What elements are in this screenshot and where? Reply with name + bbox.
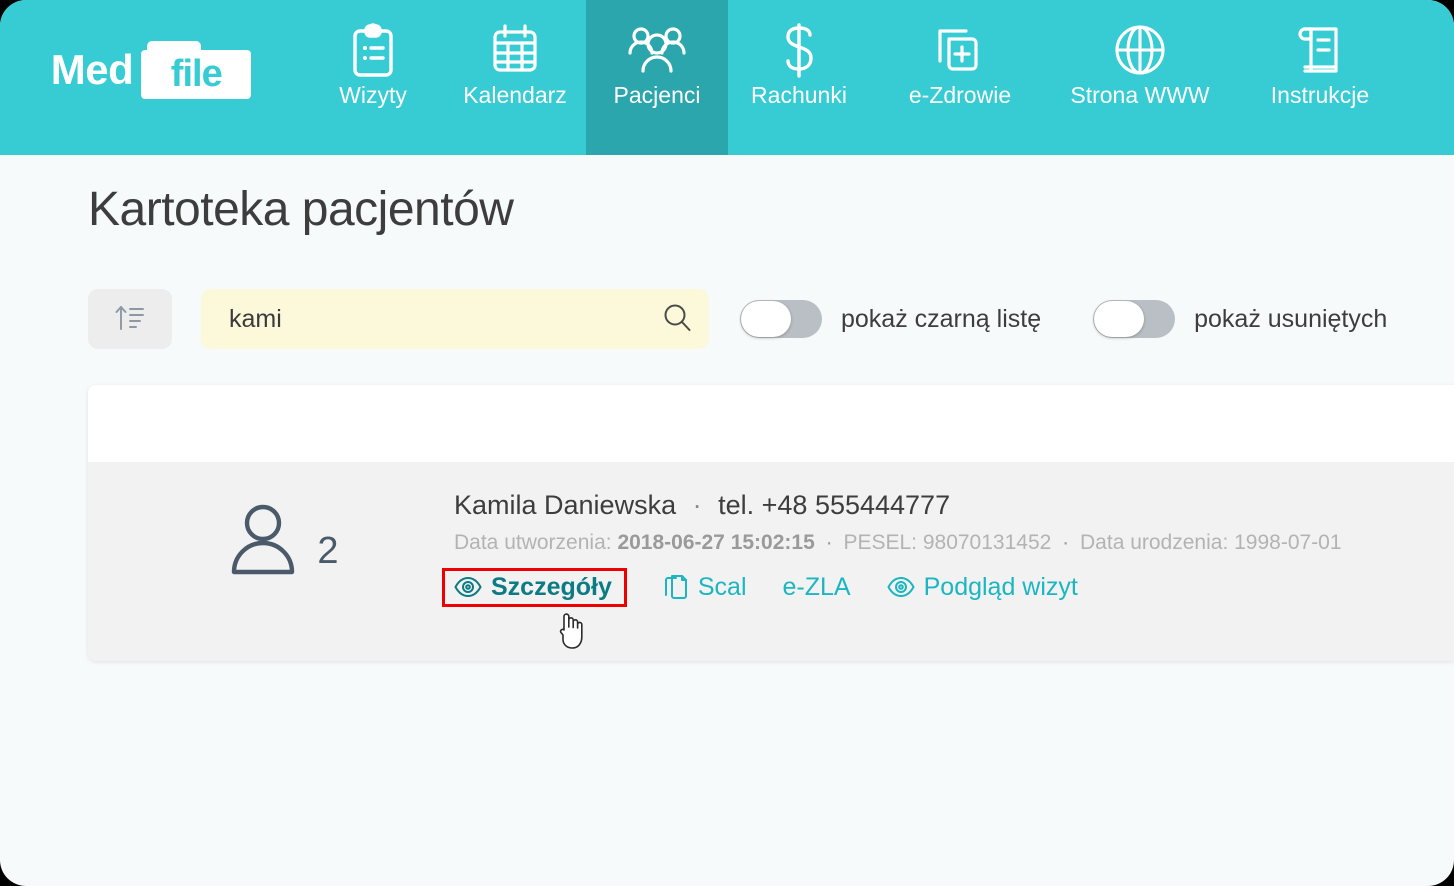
eye-icon [886,576,915,598]
calendar-icon [489,22,541,80]
brand-text-file: file [170,52,223,95]
toggle-blacklist[interactable]: pokaż czarną listę [740,300,1041,338]
action-label: Scal [697,572,747,601]
medical-files-icon [932,22,988,80]
patient-name: Kamila Daniewska [454,490,677,520]
patient-metadata: Data utworzenia: 2018-06-27 15:02:15 · P… [454,531,1454,555]
toggle-deleted[interactable]: pokaż usuniętych [1093,300,1387,338]
created-label: Data utworzenia: [454,531,612,554]
patient-name-line: Kamila Daniewska · tel. +48 555444777 [454,490,1454,521]
search-button[interactable] [645,289,709,349]
patient-count: 2 [317,529,339,572]
nav-item-wizyty[interactable]: Wizyty [302,0,444,155]
separator: · [692,490,702,520]
nav-label: Rachunki [751,82,847,108]
birth-value: 1998-07-01 [1234,531,1342,554]
filter-toolbar: pokaż czarną listę pokaż usuniętych [88,288,1454,350]
patient-phone: tel. +48 555444777 [718,490,951,520]
action-label: Podgląd wizyt [923,572,1078,601]
nav-label: e-Zdrowie [908,82,1012,108]
nav-label: Pacjenci [613,82,701,108]
toggle-deleted-label: pokaż usuniętych [1194,304,1388,333]
nav-item-instrukcje[interactable]: Instrukcje [1230,0,1410,155]
toggle-knob [1094,301,1145,337]
search-input[interactable] [201,304,645,334]
pesel-value: 98070131452 [922,531,1052,554]
nav-label: Wizyty [339,82,407,108]
toggle-blacklist-label: pokaż czarną listę [841,304,1042,333]
app-window: Med file Wizyty Kalendarz Pacjenci Rachu… [0,0,1454,886]
users-group-icon [626,22,688,80]
patient-actions: Szczegóły Scal e-ZLA Podgląd wizyt [442,567,1454,607]
book-icon [1296,22,1344,80]
copy-icon [663,573,689,601]
created-value: 2018-06-27 15:02:15 [617,531,815,554]
meta-separator: · [1062,531,1070,554]
nav-label: Instrukcje [1270,82,1370,108]
avatar: 2 [88,462,454,583]
folder-icon: file [141,40,252,99]
nav-item-strona-www[interactable]: Strona WWW [1050,0,1230,155]
results-card: 2 Kamila Daniewska · tel. +48 555444777 … [88,385,1454,661]
person-icon [227,500,299,583]
nav-item-kalendarz[interactable]: Kalendarz [444,0,586,155]
globe-icon [1113,22,1167,80]
sort-ascending-icon [113,301,147,338]
action-podglad-wizyt[interactable]: Podgląd wizyt [886,572,1078,602]
eye-icon [454,576,482,598]
top-navigation-bar: Med file Wizyty Kalendarz Pacjenci Rachu… [0,0,1454,155]
birth-label: Data urodzenia: [1080,531,1229,554]
toggle-knob [741,301,791,337]
results-header [88,385,1454,462]
search-field-wrapper[interactable] [201,289,709,349]
nav-item-rachunki[interactable]: Rachunki [728,0,870,155]
nav-label: Strona WWW [1070,82,1210,108]
action-szczegoly[interactable]: Szczegóły [442,567,627,607]
dollar-sign-icon [777,22,821,80]
clipboard-list-icon [348,22,398,80]
action-label: Szczegóły [491,572,612,601]
pesel-label: PESEL: [843,531,917,554]
nav-label: Kalendarz [463,82,567,108]
meta-separator: · [825,531,833,554]
nav-item-pacjenci[interactable]: Pacjenci [586,0,728,155]
search-icon [661,302,693,337]
page-title: Kartoteka pacjentów [88,183,514,236]
action-e-zla[interactable]: e-ZLA [783,573,851,602]
action-scal[interactable]: Scal [663,573,747,602]
nav-item-e-zdrowie[interactable]: e-Zdrowie [870,0,1050,155]
toggle-blacklist-switch[interactable] [740,300,822,338]
brand-text-med: Med [50,45,134,93]
sort-button[interactable] [88,289,172,349]
patient-info: Kamila Daniewska · tel. +48 555444777 Da… [442,462,1454,607]
toggle-deleted-switch[interactable] [1093,300,1176,338]
table-row[interactable]: 2 Kamila Daniewska · tel. +48 555444777 … [88,462,1454,661]
brand-logo[interactable]: Med file [0,0,302,155]
action-label: e-ZLA [782,572,851,601]
